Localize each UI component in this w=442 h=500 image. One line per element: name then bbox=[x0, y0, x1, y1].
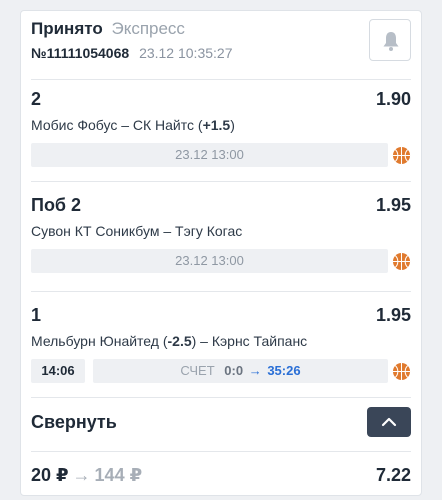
divider bbox=[31, 79, 411, 80]
match-start-time: 23.12 13:00 bbox=[31, 249, 388, 273]
bell-icon bbox=[383, 32, 399, 51]
basketball-icon bbox=[392, 362, 411, 381]
selection-odds: 1.95 bbox=[375, 195, 411, 215]
selection-outcome: Поб 2 bbox=[31, 195, 82, 215]
bet-header: Принято Экспресс №11111054068 23.12 10:3… bbox=[31, 17, 411, 73]
selection-1: 2 1.90 Мобис Фобус – СК Найтс (+1.5) 23.… bbox=[31, 89, 411, 171]
payout-arrow: → bbox=[72, 465, 91, 485]
selection-outcome: 2 bbox=[31, 89, 42, 109]
divider bbox=[31, 181, 411, 182]
score-arrow: → bbox=[248, 363, 262, 378]
bet-number: №11111054068 bbox=[31, 45, 130, 61]
divider bbox=[31, 451, 411, 452]
notification-button[interactable] bbox=[369, 19, 411, 61]
selection-2: Поб 2 1.95 Сувон КТ Соникбум – Тэгу Кога… bbox=[31, 195, 411, 277]
selection-odds: 1.95 bbox=[375, 305, 411, 325]
selection-odds: 1.90 bbox=[375, 89, 411, 109]
handicap-value: -2.5 bbox=[167, 333, 192, 349]
bet-meta-line: №11111054068 23.12 10:35:27 bbox=[31, 45, 232, 61]
basketball-icon bbox=[392, 146, 411, 165]
match-away-team: ) – Кэрнс Тайпанс bbox=[191, 333, 308, 349]
bet-totals: 20 ₽ → 144 ₽ 7.22 bbox=[31, 465, 411, 487]
bet-type: Экспресс bbox=[111, 19, 185, 38]
bet-status-line: Принято Экспресс bbox=[31, 19, 185, 39]
score-initial: 0:0 bbox=[224, 363, 244, 378]
match-teams: Мобис Фобус – СК Найтс ( bbox=[31, 117, 203, 133]
collapse-button[interactable] bbox=[367, 407, 411, 437]
selection-match: Мобис Фобус – СК Найтс (+1.5) bbox=[31, 117, 235, 133]
live-match-time: 14:06 bbox=[31, 359, 85, 383]
match-suffix: ) bbox=[230, 117, 235, 133]
bet-card: Принято Экспресс №11111054068 23.12 10:3… bbox=[20, 10, 422, 496]
score-label: СЧЕТ bbox=[180, 363, 215, 378]
basketball-icon bbox=[392, 252, 411, 271]
chevron-up-icon bbox=[381, 417, 397, 427]
bet-datetime: 23.12 10:35:27 bbox=[139, 45, 233, 61]
payout-amount: 144 ₽ bbox=[94, 465, 143, 485]
stake-line: 20 ₽ → 144 ₽ bbox=[31, 465, 142, 486]
collapse-row[interactable]: Свернуть bbox=[31, 407, 411, 439]
stake-amount: 20 ₽ bbox=[31, 465, 69, 485]
match-start-time: 23.12 13:00 bbox=[31, 143, 388, 167]
collapse-label[interactable]: Свернуть bbox=[31, 412, 117, 433]
total-odds: 7.22 bbox=[375, 465, 411, 485]
selection-3: 1 1.95 Мельбурн Юнайтед (-2.5) – Кэрнс Т… bbox=[31, 305, 411, 387]
selection-match: Сувон КТ Соникбум – Тэгу Когас bbox=[31, 223, 243, 239]
divider bbox=[31, 291, 411, 292]
divider bbox=[31, 397, 411, 398]
live-score: СЧЕТ 0:0 → 35:26 bbox=[93, 359, 388, 383]
handicap-value: +1.5 bbox=[202, 117, 231, 133]
selection-outcome: 1 bbox=[31, 305, 42, 325]
selection-match: Мельбурн Юнайтед (-2.5) – Кэрнс Тайпанс bbox=[31, 333, 307, 349]
score-current: 35:26 bbox=[267, 363, 301, 378]
match-home-team: Мельбурн Юнайтед ( bbox=[31, 333, 168, 349]
bet-status: Принято bbox=[31, 19, 103, 38]
